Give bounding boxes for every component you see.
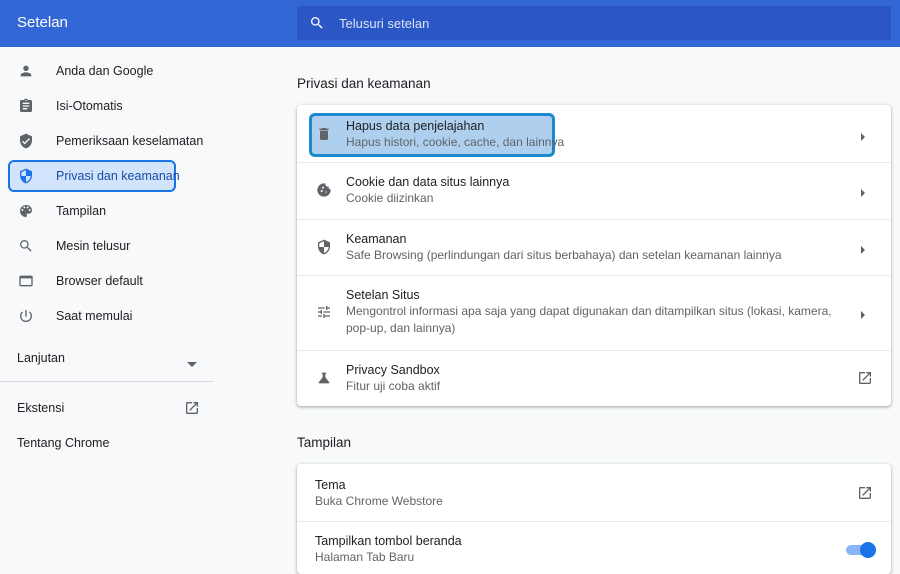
row-divider [297,350,891,351]
flask-icon [316,370,332,386]
chevron-right-icon [859,129,867,141]
about-chrome-link[interactable]: Tentang Chrome [17,436,109,450]
sidebar-item-privacy-security[interactable]: Privasi dan keamanan [8,160,180,192]
row-title: Cookie dan data situs lainnya [346,175,510,189]
sidebar-item-you-and-google[interactable]: Anda dan Google [10,57,174,85]
search-icon [18,238,34,254]
clear-browsing-data-row[interactable]: Hapus data penjelajahan Hapus histori, c… [297,105,891,162]
sidebar-item-on-startup[interactable]: Saat memulai [10,302,174,330]
row-subtitle: Cookie diizinkan [346,191,434,205]
row-divider [297,219,891,220]
security-row[interactable]: Keamanan Safe Browsing (perlindungan dar… [297,219,891,275]
sidebar-item-search-engine[interactable]: Mesin telusur [10,232,174,260]
sidebar-item-label: Tampilan [56,204,107,218]
chevron-right-icon [859,307,867,319]
privacy-card: Hapus data penjelajahan Hapus histori, c… [297,105,891,406]
home-button-toggle[interactable] [846,542,876,558]
open-in-new-icon[interactable] [857,485,873,501]
person-icon [18,63,34,79]
row-subtitle: Halaman Tab Baru [315,550,415,564]
section-heading-privacy: Privasi dan keamanan [297,76,431,91]
chevron-right-icon [859,185,867,197]
row-subtitle: Safe Browsing (perlindungan dari situs b… [346,248,782,262]
shield-icon [18,168,34,184]
extensions-link[interactable]: Ekstensi [17,401,64,415]
sidebar-item-label: Browser default [56,274,143,288]
sliders-icon [316,304,332,320]
sidebar-item-label: Isi-Otomatis [56,99,123,113]
privacy-sandbox-row[interactable]: Privacy Sandbox Fitur uji coba aktif [297,350,891,406]
row-subtitle: Buka Chrome Webstore [315,494,443,508]
row-title: Setelan Situs [346,288,420,302]
trash-icon [316,126,332,142]
sidebar-item-autofill[interactable]: Isi-Otomatis [10,92,174,120]
row-divider [297,162,891,163]
top-bar: Setelan [0,0,900,47]
search-icon [309,15,325,31]
row-subtitle: Hapus histori, cookie, cache, dan lainny… [346,135,565,149]
sidebar-item-appearance[interactable]: Tampilan [10,197,174,225]
row-subtitle: Mengontrol informasi apa saja yang dapat… [346,304,832,335]
chevron-down-icon[interactable] [187,355,197,367]
toggle-knob [860,542,876,558]
appearance-card: Tema Buka Chrome Webstore Tampilkan tomb… [297,464,891,574]
show-home-button-row[interactable]: Tampilkan tombol beranda Halaman Tab Bar… [297,521,891,574]
open-in-new-icon[interactable] [857,370,873,386]
row-subtitle: Fitur uji coba aktif [346,379,441,393]
row-title: Tema [315,478,346,492]
row-divider [297,275,891,276]
shield-check-icon [18,133,34,149]
cookie-icon [316,182,332,198]
sidebar-item-label: Privasi dan keamanan [56,169,180,183]
sidebar-item-safety-check[interactable]: Pemeriksaan keselamatan [10,127,203,155]
row-title: Tampilkan tombol beranda [315,534,462,548]
sidebar-item-label: Anda dan Google [56,64,154,78]
app-title: Setelan [17,14,68,31]
search-box[interactable] [297,6,891,40]
sidebar-divider [0,381,214,382]
open-in-new-icon[interactable] [184,400,200,416]
row-title: Keamanan [346,232,407,246]
site-settings-row[interactable]: Setelan Situs Mengontrol informasi apa s… [297,275,891,350]
chevron-right-icon [859,242,867,254]
theme-row[interactable]: Tema Buka Chrome Webstore [297,464,891,521]
palette-icon [18,203,34,219]
sidebar-item-label: Saat memulai [56,309,133,323]
advanced-toggle[interactable]: Lanjutan [17,351,65,365]
row-title: Privacy Sandbox [346,363,440,377]
sidebar-item-default-browser[interactable]: Browser default [10,267,174,295]
power-icon [18,308,34,324]
cookies-row[interactable]: Cookie dan data situs lainnya Cookie dii… [297,162,891,219]
search-input[interactable] [337,14,841,32]
sidebar-item-label: Pemeriksaan keselamatan [56,134,204,148]
row-title: Hapus data penjelajahan [346,119,485,133]
clipboard-icon [18,98,34,114]
sidebar: Anda dan Google Isi-Otomatis Pemeriksaan… [0,47,214,566]
shield-icon [316,239,332,255]
browser-icon [18,273,34,289]
sidebar-item-label: Mesin telusur [56,239,131,253]
section-heading-appearance: Tampilan [297,435,352,450]
row-divider [297,521,891,522]
